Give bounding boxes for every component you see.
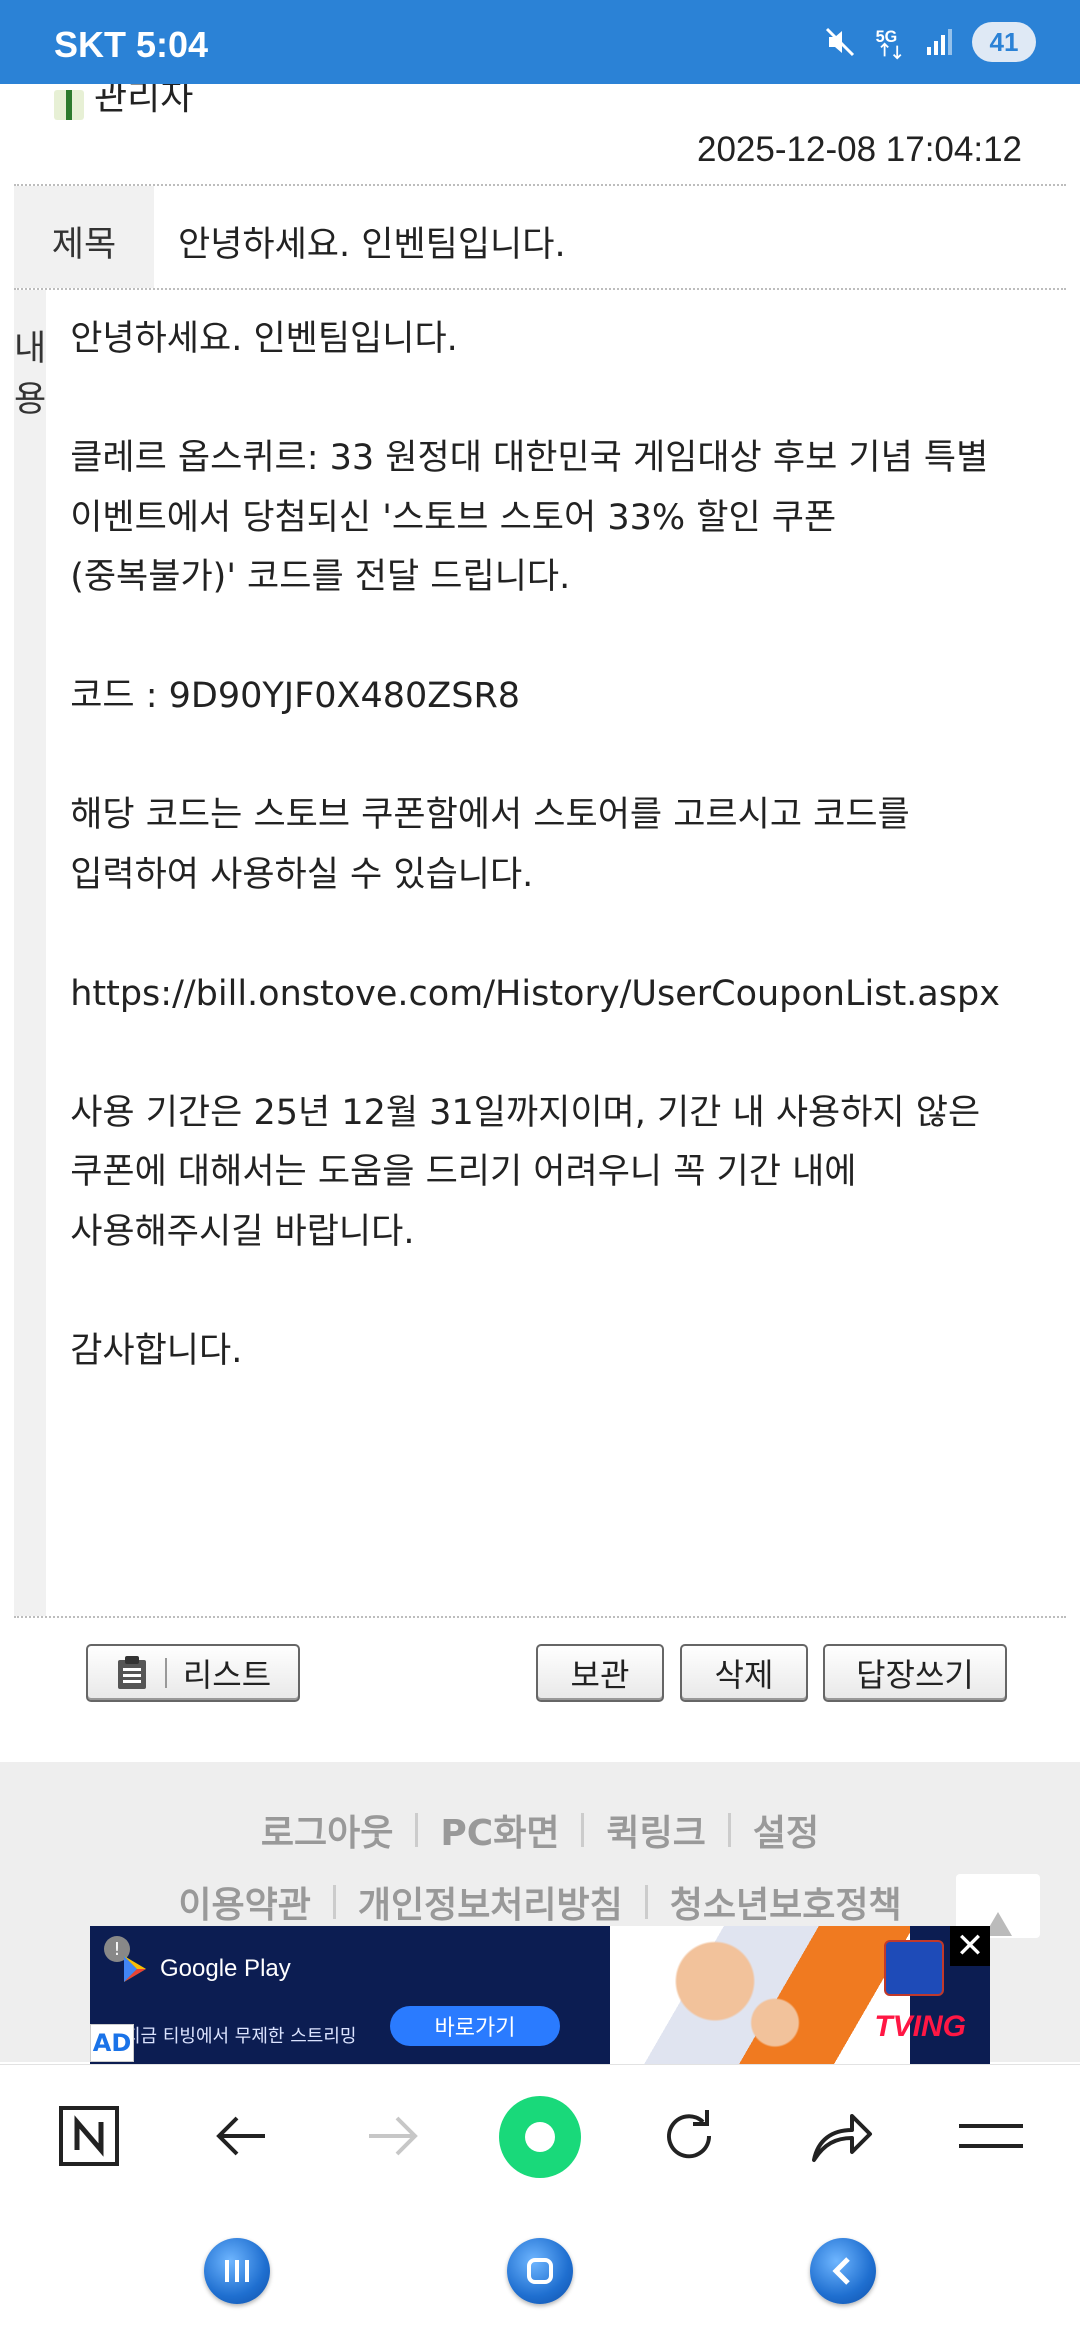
footer-link-privacy[interactable]: 개인정보처리방침 [358,1876,623,1928]
footer-links-legal: 이용약관 개인정보처리방침 청소년보호정책 [0,1876,1080,1928]
green-dot-icon[interactable] [498,2095,582,2179]
clipboard-icon [117,1656,146,1689]
mute-icon [822,24,858,60]
ad-players-image [610,1926,910,2064]
footer-link-quicklink[interactable]: 퀵링크 [606,1804,705,1856]
footer-link-youth[interactable]: 청소년보호정책 [670,1876,902,1928]
status-bar: SKT 5:04 5G 41 [0,0,1080,84]
message-datetime: 2025-12-08 17:04:12 [697,130,1022,169]
message-table: 제목 안녕하세요. 인벤팀입니다. 내용 안녕하세요. 인벤팀입니다. 클레르 … [14,184,1066,1618]
menu-icon[interactable] [956,2101,1026,2171]
forward-icon[interactable] [358,2101,428,2171]
system-nav-bar [0,2204,1080,2340]
footer-link-settings[interactable]: 설정 [753,1804,819,1856]
google-play-label: Google Play [160,1955,291,1982]
reply-button[interactable]: 답장쓰기 [823,1644,1007,1702]
button-separator [164,1658,167,1688]
ad-tagline: 지금 티빙에서 무제한 스트리밍 [124,2026,357,2047]
delete-button[interactable]: 삭제 [680,1644,808,1702]
admin-badge-icon [54,90,84,120]
battery-icon: 41 [972,22,1036,62]
ad-banner[interactable]: ! Google Play 지금 티빙에서 무제한 스트리밍 바로가기 TVIN… [90,1926,990,2064]
recent-apps-button[interactable] [204,2238,270,2304]
subject-value: 안녕하세요. 인벤팀입니다. [178,225,566,265]
footer-link-pc-view[interactable]: PC화면 [440,1804,559,1856]
5g-icon: 5G [872,24,908,60]
content-row: 내용 안녕하세요. 인벤팀입니다. 클레르 옵스퀴르: 33 원정대 대한민국 … [14,288,1066,1618]
list-button-label: 리스트 [182,1656,272,1694]
content-body: 안녕하세요. 인벤팀입니다. 클레르 옵스퀴르: 33 원정대 대한민국 게임대… [70,319,1000,1371]
author-row: 관리자 [54,84,193,120]
carrier-time: SKT 5:04 [54,24,209,65]
ad-close-button[interactable]: ✕ [950,1926,990,1966]
reload-icon[interactable] [654,2101,724,2171]
footer-link-terms[interactable]: 이용약관 [178,1876,310,1928]
message-actions: 리스트 보관 삭제 답장쓰기 [0,1644,1080,1704]
back-nav-icon [832,2257,850,2285]
ad-label: AD [90,2024,134,2062]
ad-team-badge [884,1940,944,1996]
subject-label: 제목 [14,186,154,288]
share-icon[interactable] [806,2101,876,2171]
content-label: 내용 [14,290,47,1616]
ad-cta-button[interactable]: 바로가기 [390,2006,560,2046]
author-name: 관리자 [94,84,194,118]
status-icons: 5G 41 [822,22,1036,62]
keep-button[interactable]: 보관 [536,1644,664,1702]
back-nav-button[interactable] [810,2238,876,2304]
subject-row: 제목 안녕하세요. 인벤팀입니다. [14,184,1066,288]
naver-home-icon[interactable] [54,2101,124,2171]
footer-link-logout[interactable]: 로그아웃 [261,1804,393,1856]
home-icon [527,2258,553,2284]
home-button[interactable] [507,2238,573,2304]
google-play-icon [124,1956,146,1982]
google-play-logo: Google Play [120,1954,291,1984]
recent-apps-icon [225,2260,249,2282]
footer-links-primary: 로그아웃 PC화면 퀵링크 설정 [0,1804,1080,1856]
list-button[interactable]: 리스트 [86,1644,300,1702]
back-icon[interactable] [206,2101,276,2171]
tving-logo: TVING [874,2010,966,2043]
browser-toolbar [0,2064,1080,2204]
network-label: 5G [876,28,898,46]
signal-icon [922,24,958,60]
